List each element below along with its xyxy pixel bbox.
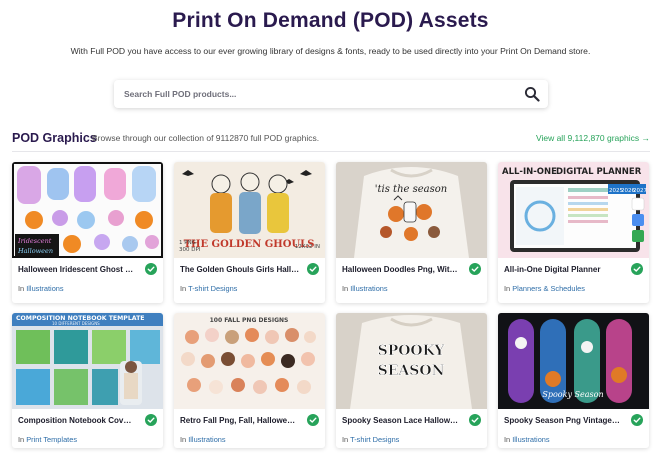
product-thumbnail: ALL-IN-ONE DIGITAL PLANNER 2025 2026 202…	[498, 162, 649, 258]
thumb-text: 2027	[633, 188, 647, 194]
category-link[interactable]: Illustrations	[188, 435, 225, 444]
product-card[interactable]: COMPOSITION NOTEBOOK TEMPLATE 10 DIFFERE…	[12, 313, 163, 448]
thumb-text: 100 FALL PNG DESIGNS	[210, 317, 289, 324]
product-category: In Print Templates	[18, 435, 77, 444]
view-all-label: View all 9,112,870 graphics	[535, 133, 640, 143]
product-category: In Illustrations	[504, 435, 550, 444]
arrow-right-icon: →	[641, 133, 651, 143]
thumb-text: Halloween	[17, 247, 53, 255]
page-subtitle: With Full POD you have access to our eve…	[70, 46, 591, 56]
check-circle-icon	[307, 263, 319, 275]
product-title[interactable]: All-in-One Digital Planner	[504, 265, 630, 274]
category-prefix: In	[342, 435, 349, 444]
view-all-link[interactable]: View all 9,112,870 graphics →	[536, 133, 650, 143]
product-category: In Illustrations	[18, 284, 64, 293]
category-prefix: In	[18, 435, 25, 444]
thumb-text: Iridescent	[17, 237, 52, 245]
product-title[interactable]: Halloween Doodles Png, Wit…	[342, 265, 468, 274]
product-title[interactable]: Retro Fall Png, Fall, Hallowe…	[180, 416, 306, 425]
product-thumbnail: Spooky Season	[498, 313, 649, 409]
check-circle-icon	[145, 414, 157, 426]
product-card[interactable]: ALL-IN-ONE DIGITAL PLANNER 2025 2026 202…	[498, 162, 649, 303]
product-category: In T-shirt Designs	[342, 435, 399, 444]
page-title: Print On Demand (POD) Assets	[172, 9, 489, 32]
check-circle-icon	[307, 414, 319, 426]
section-header: POD Graphics Browse through our collecti…	[12, 131, 650, 147]
thumb-text: 300 DPI	[179, 247, 201, 253]
product-title[interactable]: Spooky Season Png Vintage…	[504, 416, 630, 425]
thumb-text: SPOOKY	[378, 343, 446, 359]
product-category: In Illustrations	[180, 435, 226, 444]
product-thumbnail: COMPOSITION NOTEBOOK TEMPLATE 10 DIFFERE…	[12, 313, 163, 409]
product-thumbnail: SPOOKY SEASON	[336, 313, 487, 409]
search-input[interactable]	[114, 80, 514, 108]
check-circle-icon	[469, 263, 481, 275]
search-icon[interactable]	[524, 86, 540, 102]
category-prefix: In	[504, 435, 511, 444]
product-title[interactable]: Composition Notebook Cov…	[18, 416, 144, 425]
product-category: In Planners & Schedules	[504, 284, 585, 293]
product-card[interactable]: 'tis the season Halloween Doodles Png, W…	[336, 162, 487, 303]
product-title[interactable]: The Golden Ghouls Girls Hall…	[180, 265, 306, 274]
thumb-text: 'tis the season	[375, 184, 447, 195]
section-divider	[12, 151, 650, 152]
thumb-text: 10 DIFFERENT DESIGNS	[52, 321, 100, 326]
product-card[interactable]: Spooky Season Spooky Season Png Vintage……	[498, 313, 649, 448]
product-category: In T-shirt Designs	[180, 284, 237, 293]
thumb-text: 1 PNG	[179, 240, 196, 246]
check-circle-icon	[631, 414, 643, 426]
product-thumbnail: THE GOLDEN GHOULS 1 PNG 300 DPI 12X12 IN	[174, 162, 325, 258]
category-prefix: In	[18, 284, 25, 293]
product-title[interactable]: Halloween Iridescent Ghost …	[18, 265, 144, 274]
category-link[interactable]: Planners & Schedules	[512, 284, 585, 293]
product-card[interactable]: 100 FALL PNG DESIGNS Retro Fall Png, Fal…	[174, 313, 325, 448]
search-bar	[114, 80, 548, 108]
category-link[interactable]: T-shirt Designs	[350, 435, 399, 444]
category-link[interactable]: Illustrations	[350, 284, 387, 293]
category-link[interactable]: Illustrations	[512, 435, 549, 444]
check-circle-icon	[631, 263, 643, 275]
product-card[interactable]: Iridescent Halloween Halloween Iridescen…	[12, 162, 163, 303]
category-prefix: In	[342, 284, 349, 293]
product-title[interactable]: Spooky Season Lace Hallow…	[342, 416, 468, 425]
category-link[interactable]: Print Templates	[26, 435, 77, 444]
check-circle-icon	[469, 414, 481, 426]
thumb-text: ALL-IN-ONE	[502, 167, 557, 177]
category-link[interactable]: T-shirt Designs	[188, 284, 237, 293]
thumb-text: Spooky Season	[542, 390, 603, 399]
thumb-text: 12X12 IN	[295, 244, 320, 250]
category-link[interactable]: Illustrations	[26, 284, 63, 293]
category-prefix: In	[180, 284, 187, 293]
product-card[interactable]: SPOOKY SEASON Spooky Season Lace Hallow……	[336, 313, 487, 448]
product-thumbnail: 'tis the season	[336, 162, 487, 258]
section-description: Browse through our collection of 9112870…	[92, 133, 320, 143]
section-title: POD Graphics	[12, 131, 97, 145]
thumb-text: SEASON	[378, 363, 445, 379]
product-thumbnail: Iridescent Halloween	[12, 162, 163, 258]
product-card[interactable]: THE GOLDEN GHOULS 1 PNG 300 DPI 12X12 IN…	[174, 162, 325, 303]
product-thumbnail: 100 FALL PNG DESIGNS	[174, 313, 325, 409]
product-category: In Illustrations	[342, 284, 388, 293]
category-prefix: In	[180, 435, 187, 444]
check-circle-icon	[145, 263, 157, 275]
thumb-text: DIGITAL PLANNER	[556, 167, 642, 177]
category-prefix: In	[504, 284, 511, 293]
